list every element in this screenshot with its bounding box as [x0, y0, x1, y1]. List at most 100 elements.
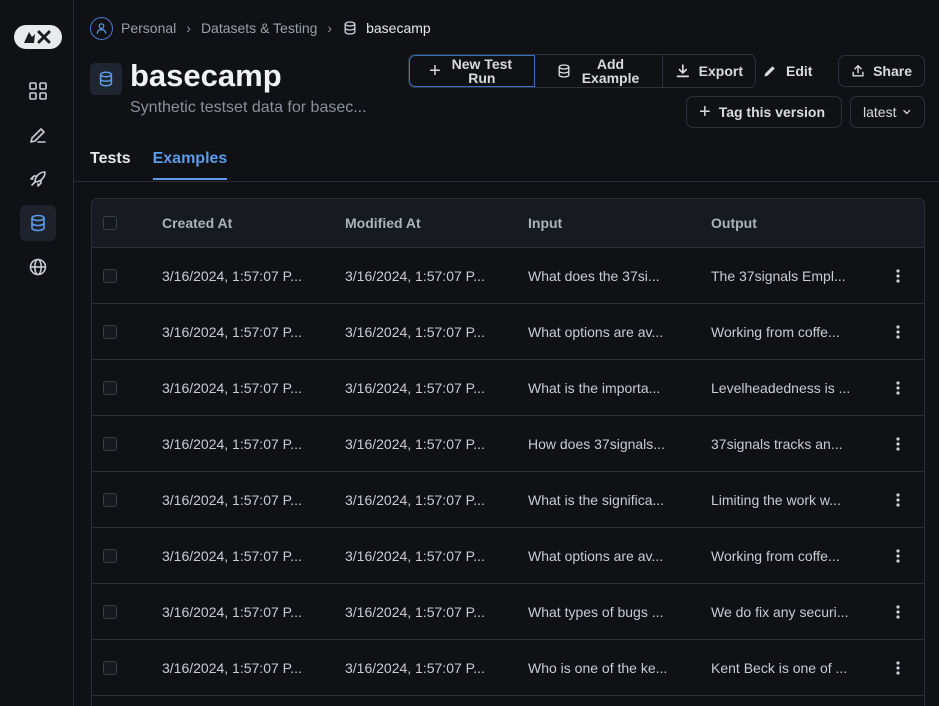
- cell-modified-at: 3/16/2024, 1:57:07 P...: [345, 603, 485, 620]
- cell-created-at: 3/16/2024, 1:57:07 P...: [162, 659, 302, 676]
- chevron-right-icon: ›: [327, 20, 333, 36]
- sidebar-item-datasets[interactable]: [20, 205, 56, 241]
- sidebar: [0, 0, 74, 706]
- share-icon: [852, 65, 864, 77]
- row-checkbox[interactable]: [103, 380, 117, 395]
- cell-modified-at: 3/16/2024, 1:57:07 P...: [345, 323, 485, 340]
- sidebar-item-projects[interactable]: [20, 73, 56, 109]
- table-row[interactable]: 3/16/2024, 1:57:07 P... 3/16/2024, 1:57:0…: [92, 472, 924, 528]
- cell-output: Working from coffe...: [711, 323, 840, 340]
- more-vertical-icon[interactable]: [895, 380, 900, 395]
- cell-input: What options are av...: [528, 323, 664, 340]
- cell-created-at: 3/16/2024, 1:57:07 P...: [162, 379, 302, 396]
- row-checkbox[interactable]: [103, 604, 117, 619]
- version-select[interactable]: latest: [850, 96, 925, 128]
- cell-modified-at: 3/16/2024, 1:57:07 P...: [345, 267, 485, 284]
- chevron-down-icon: [903, 109, 911, 115]
- column-modified-at[interactable]: Modified At: [345, 215, 528, 231]
- edit-button[interactable]: Edit: [754, 55, 820, 87]
- more-vertical-icon[interactable]: [895, 604, 900, 619]
- cell-created-at: 3/16/2024, 1:57:07 P...: [162, 603, 302, 620]
- more-vertical-icon[interactable]: [895, 268, 900, 283]
- examples-table: Created At Modified At Input Output 3/16…: [91, 198, 925, 706]
- row-checkbox[interactable]: [103, 548, 117, 563]
- more-vertical-icon[interactable]: [895, 436, 900, 451]
- breadcrumb-personal[interactable]: Personal: [121, 20, 176, 36]
- cell-output: Levelheadedness is ...: [711, 379, 851, 396]
- table-header: Created At Modified At Input Output: [92, 199, 924, 248]
- cell-output: 37signals tracks an...: [711, 435, 843, 452]
- cell-output: Working from coffe...: [711, 547, 840, 564]
- grid-icon: [29, 82, 47, 100]
- column-created-at[interactable]: Created At: [162, 215, 345, 231]
- pencil-icon: [764, 66, 775, 77]
- new-test-run-button[interactable]: + New Test Run: [409, 55, 535, 87]
- page-subtitle: Synthetic testset data for basec...: [130, 99, 367, 116]
- table-row[interactable]: 3/16/2024, 1:57:07 P... 3/16/2024, 1:57:0…: [92, 584, 924, 640]
- sidebar-item-deployments[interactable]: [20, 161, 56, 197]
- database-icon: [558, 64, 569, 78]
- cell-modified-at: 3/16/2024, 1:57:07 P...: [345, 435, 485, 452]
- sidebar-item-hub[interactable]: [20, 249, 56, 285]
- cell-input: Who is one of the ke...: [528, 659, 668, 676]
- globe-icon: [29, 258, 47, 276]
- cell-created-at: 3/16/2024, 1:57:07 P...: [162, 491, 302, 508]
- more-vertical-icon[interactable]: [895, 660, 900, 675]
- tabs-divider: [74, 181, 939, 182]
- logo-icon: [24, 30, 51, 44]
- row-checkbox[interactable]: [103, 492, 117, 507]
- cell-modified-at: 3/16/2024, 1:57:07 P...: [345, 659, 485, 676]
- cell-created-at: 3/16/2024, 1:57:07 P...: [162, 547, 302, 564]
- cell-output: The 37signals Empl...: [711, 267, 846, 284]
- table-row[interactable]: 3/16/2024, 1:57:07 P... 3/16/2024, 1:57:0…: [92, 640, 924, 696]
- cell-output: Kent Beck is one of ...: [711, 659, 848, 676]
- table-row[interactable]: 3/16/2024, 1:57:07 P... 3/16/2024, 1:57:0…: [92, 360, 924, 416]
- cell-input: What is the significa...: [528, 491, 665, 508]
- cell-created-at: 3/16/2024, 1:57:07 P...: [162, 435, 302, 452]
- table-body: 3/16/2024, 1:57:07 P... 3/16/2024, 1:57:0…: [92, 248, 924, 696]
- cell-input: What options are av...: [528, 547, 664, 564]
- cell-modified-at: 3/16/2024, 1:57:07 P...: [345, 547, 485, 564]
- cell-input: What is the importa...: [528, 379, 661, 396]
- breadcrumb-current: basecamp: [366, 20, 431, 36]
- share-button[interactable]: Share: [838, 55, 925, 87]
- toolbar: + New Test Run Add Example Export: [408, 54, 756, 88]
- row-checkbox[interactable]: [103, 436, 117, 451]
- row-checkbox[interactable]: [103, 660, 117, 675]
- tag-version-button[interactable]: + Tag this version: [686, 96, 842, 128]
- table-row[interactable]: 3/16/2024, 1:57:07 P... 3/16/2024, 1:57:0…: [92, 304, 924, 360]
- cell-modified-at: 3/16/2024, 1:57:07 P...: [345, 379, 485, 396]
- sidebar-item-annotations[interactable]: [20, 117, 56, 153]
- plus-icon: +: [429, 60, 441, 82]
- rocket-icon: [30, 171, 46, 187]
- more-vertical-icon[interactable]: [895, 324, 900, 339]
- more-vertical-icon[interactable]: [895, 492, 900, 507]
- tab-tests[interactable]: Tests: [90, 150, 131, 180]
- cell-output: Limiting the work w...: [711, 491, 841, 508]
- chevron-right-icon: ›: [186, 20, 191, 36]
- breadcrumb-datasets[interactable]: Datasets & Testing: [201, 20, 317, 36]
- column-output[interactable]: Output: [711, 215, 871, 231]
- tab-examples[interactable]: Examples: [152, 150, 228, 180]
- column-input[interactable]: Input: [528, 215, 711, 231]
- row-checkbox[interactable]: [103, 268, 117, 283]
- row-checkbox[interactable]: [103, 324, 117, 339]
- cell-input: What does the 37si...: [528, 267, 660, 284]
- page-title: basecamp: [130, 58, 282, 93]
- pencil-icon: [30, 128, 46, 143]
- table-row[interactable]: 3/16/2024, 1:57:07 P... 3/16/2024, 1:57:0…: [92, 248, 924, 304]
- select-all-checkbox[interactable]: [103, 216, 117, 230]
- user-icon: [90, 16, 113, 40]
- logo[interactable]: [14, 25, 62, 49]
- cell-input: What types of bugs ...: [528, 603, 664, 620]
- cell-input: How does 37signals...: [528, 435, 665, 452]
- database-icon: [31, 214, 45, 232]
- export-button[interactable]: Export: [663, 55, 755, 87]
- cell-output: We do fix any securi...: [711, 603, 849, 620]
- more-vertical-icon[interactable]: [895, 548, 900, 563]
- table-row[interactable]: 3/16/2024, 1:57:07 P... 3/16/2024, 1:57:0…: [92, 416, 924, 472]
- cell-modified-at: 3/16/2024, 1:57:07 P...: [345, 491, 485, 508]
- add-example-button[interactable]: Add Example: [535, 55, 663, 87]
- tabs: Tests Examples: [90, 150, 228, 180]
- table-row[interactable]: 3/16/2024, 1:57:07 P... 3/16/2024, 1:57:0…: [92, 528, 924, 584]
